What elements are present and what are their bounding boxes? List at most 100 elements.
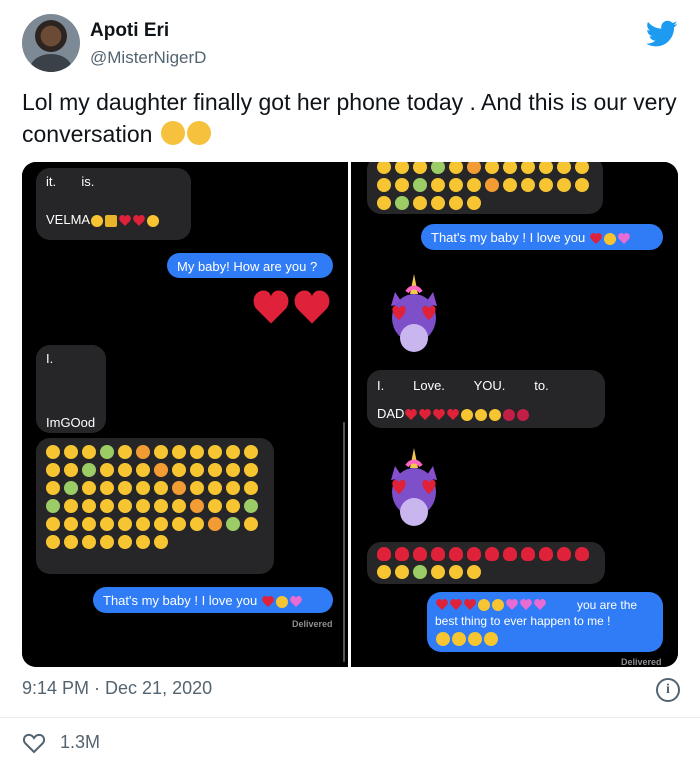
kiss-face-icon — [603, 232, 616, 245]
red-heart-icon — [590, 233, 602, 245]
emoji-icon — [467, 196, 481, 210]
emoji-icon — [118, 481, 132, 495]
emoji-icon — [575, 162, 589, 174]
red-heart-icon — [119, 215, 131, 227]
emoji-icon — [575, 178, 589, 192]
emoji-icon — [82, 517, 96, 531]
message-sent: you are the best thing to ever happen to… — [427, 592, 663, 652]
twitter-bird-icon[interactable] — [646, 20, 678, 48]
emoji-icon — [136, 517, 150, 531]
tweet-text: Lol my daughter finally got her phone to… — [22, 86, 682, 150]
emoji-icon — [413, 565, 427, 579]
emoji-icon — [172, 481, 186, 495]
emoji-icon — [100, 445, 114, 459]
emoji-icon — [118, 499, 132, 513]
heart-outline-icon[interactable] — [22, 732, 46, 754]
emoji-icon — [136, 499, 150, 513]
emoji-icon — [244, 481, 258, 495]
author-handle[interactable]: @MisterNigerD — [90, 48, 206, 68]
emoji-icon — [395, 178, 409, 192]
message-received: it. is. VELMA — [36, 168, 191, 240]
red-heart-icon — [521, 547, 535, 561]
red-heart-icon — [485, 547, 499, 561]
emoji-icon — [431, 196, 445, 210]
red-heart-icon — [431, 547, 445, 561]
emoji-icon — [100, 535, 114, 549]
left-screenshot[interactable]: it. is. VELMA My baby! How are you ? I. … — [22, 162, 348, 667]
emoji-icon — [100, 517, 114, 531]
emoji-icon — [172, 445, 186, 459]
emoji-icon — [244, 445, 258, 459]
emoji-icon — [557, 178, 571, 192]
emoji-icon — [46, 481, 60, 495]
right-screenshot[interactable]: That's my baby ! I love you I. Love. YOU… — [351, 162, 678, 667]
emoji-icon — [190, 463, 204, 477]
author-name[interactable]: Apoti Eri — [90, 20, 169, 42]
emoji-icon — [46, 517, 60, 531]
red-heart-icon — [447, 409, 460, 421]
emoji-icon — [136, 463, 150, 477]
tweet-timestamp[interactable]: 9:14 PM · Dec 21, 2020 — [22, 678, 212, 699]
emoji-icon — [226, 463, 240, 477]
scrollbar[interactable] — [343, 422, 345, 662]
message-text: VELMA — [46, 212, 91, 227]
emoji-icon — [377, 178, 391, 192]
red-heart-icon — [262, 596, 274, 608]
emoji-icon — [208, 499, 222, 513]
unicorn-memoji — [391, 274, 437, 352]
emoji-icon — [172, 499, 186, 513]
emoji-icon — [64, 517, 78, 531]
message-text: ImGOod — [46, 415, 96, 430]
emoji-icon — [413, 178, 427, 192]
emoji-icon — [208, 445, 222, 459]
emoji-icon — [46, 535, 60, 549]
emoji-icon — [82, 499, 96, 513]
emoji-icon — [467, 178, 481, 192]
emoji-icon — [436, 631, 450, 646]
emoji-icon — [244, 499, 258, 513]
emoji-message — [367, 542, 605, 584]
emoji-icon — [64, 463, 78, 477]
emoji-icon — [461, 408, 474, 421]
red-heart-icon — [294, 290, 330, 324]
emoji-icon — [154, 535, 168, 549]
emoji-icon — [226, 517, 240, 531]
message-text: you are the best thing to ever happen to… — [435, 598, 638, 628]
emoji-icon — [449, 162, 463, 174]
emoji-icon — [136, 481, 150, 495]
message-text: That's my baby ! I love you — [431, 230, 586, 245]
emoji-icon — [557, 162, 571, 174]
message-received: I. ImGOod — [36, 345, 106, 433]
emoji-icon — [377, 162, 391, 174]
info-icon[interactable]: i — [656, 678, 680, 702]
emoji-icon — [64, 481, 78, 495]
message-text: it. is. — [46, 174, 95, 189]
emoji-icon — [468, 631, 482, 646]
emoji-icon — [46, 463, 60, 477]
delivered-label: Delivered — [621, 657, 662, 667]
emoji-icon — [452, 631, 466, 646]
emoji-icon — [449, 178, 463, 192]
avatar[interactable] — [22, 14, 80, 72]
tweet-body: Lol my daughter finally got her phone to… — [22, 89, 677, 147]
emoji-icon — [208, 463, 222, 477]
emoji-icon — [449, 565, 463, 579]
emoji-icon — [208, 481, 222, 495]
emoji-icon — [226, 445, 240, 459]
emoji-icon — [82, 463, 96, 477]
emoji-icon — [475, 408, 488, 421]
emoji-icon — [190, 445, 204, 459]
red-heart-icon — [413, 547, 427, 561]
tweet-media[interactable]: it. is. VELMA My baby! How are you ? I. … — [22, 162, 678, 667]
emoji-icon — [244, 517, 258, 531]
like-count: 1.3M — [60, 732, 101, 752]
emoji-grid — [375, 545, 601, 581]
emoji-icon — [46, 445, 60, 459]
emoji-icon — [244, 463, 258, 477]
emoji-icon — [539, 162, 553, 174]
emoji-icon — [395, 196, 409, 210]
emoji-grid — [44, 443, 266, 551]
emoji-icon — [226, 481, 240, 495]
emoji-icon — [190, 517, 204, 531]
unicorn-memoji — [391, 448, 437, 526]
